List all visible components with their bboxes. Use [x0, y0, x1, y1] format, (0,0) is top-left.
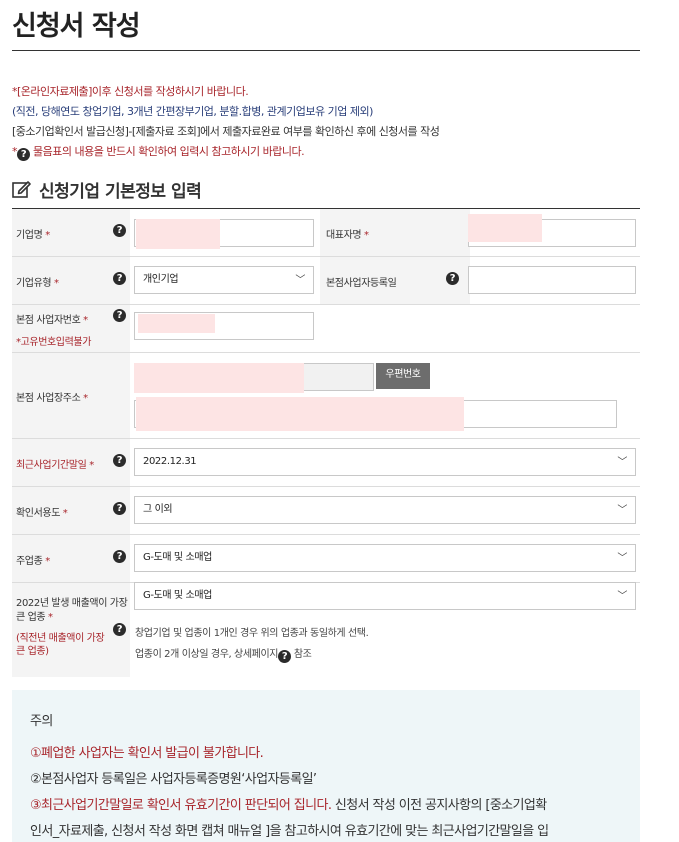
- caution-item-3-cont: 인서_자료제출, 신청서 작성 화면 캡쳐 매뉴얼 ]을 참고하시여 유효기간에…: [30, 824, 549, 839]
- redacted-value: [136, 397, 464, 431]
- caution-title: 주의: [30, 714, 53, 729]
- main-industry-select[interactable]: G-도매 및 소매업 ﹀: [134, 544, 636, 572]
- form-row-company-name: 기업명 * ? 대표자명 *: [12, 209, 640, 257]
- form-row-hq-address: 본점 사업장주소 * 우편번호: [12, 353, 640, 439]
- caution-item-1: ①폐업한 사업자는 확인서 발급이 불가합니다.: [30, 746, 264, 761]
- form-row-hq-biz-no: 본점 사업자번호 * *고유번호입력불가 ?: [12, 305, 640, 353]
- redacted-value: [138, 314, 215, 333]
- caution-item-3: ③최근사업기간말일로 확인서 유효기간이 판단되어 집니다. 신청서 작성 이전…: [30, 793, 624, 819]
- form-row-recent-fiscal-end: 최근사업기간말일 * ? 2022.12.31 ﹀: [12, 439, 640, 487]
- recent-fiscal-end-select[interactable]: 2022.12.31 ﹀: [134, 448, 636, 476]
- question-circle-icon[interactable]: ?: [113, 623, 126, 636]
- question-circle-icon[interactable]: ?: [113, 454, 126, 467]
- notice-block: *[온라인자료제출]이후 신청서를 작성하시기 바랍니다. (직전, 당해연도 …: [12, 82, 652, 162]
- largest-sales-industry-sub-2: 큰 업종): [16, 646, 49, 657]
- redacted-value: [136, 219, 220, 249]
- form-row-largest-sales-industry: 2022년 발생 매출액이 가장 큰 업종 * (직전년 매출액이 가장 큰 업…: [12, 582, 640, 677]
- redacted-value: [468, 214, 542, 242]
- redacted-value: [134, 363, 304, 393]
- question-circle-icon[interactable]: ?: [446, 272, 459, 285]
- main-industry-label: 주업종 *: [16, 556, 50, 567]
- title-divider: [12, 50, 640, 51]
- company-type-label: 기업유형 *: [16, 278, 59, 289]
- largest-sales-industry-label-2: 큰 업종 *: [16, 612, 53, 623]
- label-cell: 대표자명 *: [320, 209, 470, 256]
- notice-line-1: *[온라인자료제출]이후 신청서를 작성하시기 바랍니다.: [12, 85, 249, 98]
- hq-reg-date-input[interactable]: [468, 266, 636, 294]
- notice-line-2: (직전, 당해연도 창업기업, 3개년 간편장부기업, 분할.합병, 관계기업보…: [12, 105, 373, 118]
- company-name-label: 기업명 *: [16, 230, 50, 241]
- page-title: 신청서 작성: [12, 11, 141, 42]
- notice-line-3: [중소기업확인서 발급신청]-[제출자료 조회]에서 제출자료완료 여부를 확인…: [12, 125, 440, 138]
- ceo-name-label: 대표자명 *: [326, 230, 369, 241]
- label-cell: 본점사업자등록일 ?: [320, 257, 470, 304]
- label-cell: 주업종 * ?: [12, 535, 130, 582]
- question-circle-icon[interactable]: ?: [113, 550, 126, 563]
- caution-item-3-red: ③최근사업기간말일로 확인서 유효기간이 판단되어 집니다.: [30, 798, 332, 813]
- label-cell: 확인서용도 * ?: [12, 487, 130, 534]
- hq-biz-no-label: 본점 사업자번호 *: [16, 315, 88, 326]
- section-title: 신청기업 기본정보 입력: [12, 176, 202, 202]
- question-circle-icon[interactable]: ?: [278, 650, 292, 663]
- hq-address-label: 본점 사업장주소 *: [16, 393, 88, 404]
- edit-icon: [12, 181, 31, 198]
- industry-hint-2: 업종이 2개 이상일 경우, 상세페이지? 참조: [135, 649, 312, 663]
- caution-item-2: ②본점사업자 등록일은 사업자등록증명원‘사업자등록일’: [30, 772, 317, 787]
- chevron-down-icon: ﹀: [617, 457, 627, 468]
- question-circle-icon[interactable]: ?: [113, 502, 126, 515]
- question-circle-icon[interactable]: ?: [113, 272, 126, 285]
- chevron-down-icon: ﹀: [617, 553, 627, 564]
- hq-reg-date-label: 본점사업자등록일: [326, 278, 397, 289]
- chevron-down-icon: ﹀: [617, 505, 627, 516]
- largest-sales-industry-label-1: 2022년 발생 매출액이 가장: [16, 598, 128, 609]
- label-cell: 최근사업기간말일 * ?: [12, 439, 130, 486]
- label-cell: 기업유형 * ?: [12, 257, 130, 304]
- notice-line-4: *? 물음표의 내용을 반드시 확인하여 입력시 참고하시기 바랍니다.: [12, 142, 652, 162]
- form-row-purpose: 확인서용도 * ? 그 이외 ﹀: [12, 487, 640, 535]
- form-row-company-type: 기업유형 * ? 개인기업 ﹀ 본점사업자등록일 ?: [12, 257, 640, 305]
- caution-box: 주의 ①폐업한 사업자는 확인서 발급이 불가합니다. ②본점사업자 등록일은 …: [12, 690, 640, 842]
- question-circle-icon[interactable]: ?: [113, 309, 126, 322]
- company-type-select[interactable]: 개인기업 ﹀: [134, 266, 314, 294]
- question-circle-icon[interactable]: ?: [113, 224, 126, 237]
- caution-item-3-black: 신청서 작성 이전 공지사항의 [중소기업확: [331, 798, 547, 813]
- label-cell: 본점 사업장주소 *: [12, 353, 130, 438]
- chevron-down-icon: ﹀: [617, 591, 627, 602]
- label-cell: 본점 사업자번호 * *고유번호입력불가 ?: [12, 305, 130, 352]
- section-title-text: 신청기업 기본정보 입력: [39, 181, 202, 202]
- industry-hint-1: 창업기업 및 업종이 1개인 경우 위의 업종과 동일하게 선택.: [135, 628, 369, 639]
- hq-biz-no-note: *고유번호입력불가: [16, 337, 92, 348]
- purpose-select[interactable]: 그 이외 ﹀: [134, 496, 636, 524]
- form-row-main-industry: 주업종 * ? G-도매 및 소매업 ﹀: [12, 535, 640, 583]
- zip-code-button[interactable]: 우편번호: [376, 363, 430, 389]
- company-info-form: 기업명 * ? 대표자명 * 기업유형 * ? 개인기업 ﹀ 본점사업자등록일 ?…: [12, 208, 640, 677]
- recent-fiscal-end-label: 최근사업기간말일 *: [16, 460, 94, 471]
- label-cell: 기업명 * ?: [12, 209, 130, 256]
- largest-sales-industry-select[interactable]: G-도매 및 소매업 ﹀: [134, 582, 636, 610]
- chevron-down-icon: ﹀: [295, 275, 305, 286]
- question-circle-icon: ?: [17, 148, 30, 161]
- notice-line-4-text: 물음표의 내용을 반드시 확인하여 입력시 참고하시기 바랍니다.: [33, 145, 305, 158]
- purpose-label: 확인서용도 *: [16, 508, 68, 519]
